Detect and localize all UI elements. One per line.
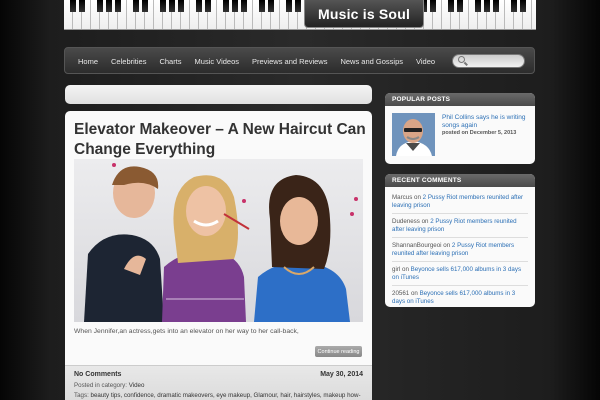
piano-black-key: [169, 0, 175, 12]
recent-comment-item: girl on Beyonce sells 617,000 albums in …: [392, 264, 528, 286]
piano-black-key: [223, 0, 229, 12]
post-meta: No Comments May 30, 2014 Posted in categ…: [65, 365, 372, 400]
post-tags-line: Tags: beauty tips, confidence, dramatic …: [74, 392, 361, 399]
piano-black-key: [448, 0, 454, 12]
recent-comment-item: Marcus on 2 Pussy Riot members reunited …: [392, 192, 528, 214]
post-excerpt: When Jennifer,an actress,gets into an el…: [74, 328, 299, 335]
piano-black-key: [232, 0, 238, 12]
piano-black-key: [286, 0, 292, 12]
popular-post-date: posted on December 5, 2013: [442, 130, 517, 136]
popular-post-thumbnail[interactable]: [392, 113, 435, 156]
piano-black-key: [520, 0, 526, 12]
breadcrumb-bar: [65, 85, 372, 104]
post-image-illustration: [74, 159, 363, 322]
comment-author: Dudeness: [392, 218, 420, 225]
piano-black-key: [205, 0, 211, 12]
piano-white-key: [532, 0, 536, 29]
continue-reading-button[interactable]: Continue reading: [315, 346, 362, 357]
comment-author: girl: [392, 266, 401, 273]
comment-author: ShannanBourgeoi: [392, 242, 442, 249]
nav-item-previews-reviews[interactable]: Previews and Reviews: [252, 57, 327, 66]
popular-posts-widget: POPULAR POSTS Phil Collins says he is wr…: [385, 93, 535, 164]
nav-item-news-gossips[interactable]: News and Gossips: [340, 57, 403, 66]
recent-comments-widget: RECENT COMMENTS Marcus on 2 Pussy Riot m…: [385, 174, 535, 307]
comment-on: on: [421, 218, 429, 225]
nav-item-music-videos[interactable]: Music Videos: [195, 57, 239, 66]
popular-post-link[interactable]: Phil Collins says he is writing songs ag…: [442, 114, 530, 130]
search-input[interactable]: [467, 55, 522, 67]
piano-black-key: [133, 0, 139, 12]
piano-black-key: [430, 0, 436, 12]
category-prefix: Posted in category:: [74, 382, 127, 389]
piano-black-key: [97, 0, 103, 12]
comment-post-link[interactable]: 2 Pussy Riot members reunited after leav…: [392, 194, 523, 209]
comments-link[interactable]: No Comments: [74, 371, 121, 378]
tags-prefix: Tags:: [74, 392, 89, 399]
post-category-line: Posted in category: Video: [74, 382, 144, 389]
piano-black-key: [160, 0, 166, 12]
piano-black-key: [196, 0, 202, 12]
piano-black-key: [178, 0, 184, 12]
comment-on: on: [443, 242, 451, 249]
recent-comment-item: 20561 on Beyonce sells 617,000 albums in…: [392, 288, 528, 307]
post-title[interactable]: Elevator Makeover – A New Haircut Can Ch…: [74, 120, 369, 160]
popular-posts-title: POPULAR POSTS: [385, 93, 535, 106]
piano-black-key: [511, 0, 517, 12]
recent-comment-item: Dudeness on 2 Pussy Riot members reunite…: [392, 216, 528, 238]
piano-black-key: [457, 0, 463, 12]
comment-on: on: [414, 194, 421, 201]
nav-item-charts[interactable]: Charts: [159, 57, 181, 66]
piano-black-key: [259, 0, 265, 12]
piano-black-key: [142, 0, 148, 12]
category-link[interactable]: Video: [129, 382, 145, 389]
piano-black-key: [79, 0, 85, 12]
comment-on: on: [402, 266, 409, 273]
nav-item-home[interactable]: Home: [78, 57, 98, 66]
site-logo[interactable]: Music is Soul: [304, 0, 424, 28]
comment-on: on: [410, 290, 418, 297]
search-icon: [458, 56, 465, 63]
tags-links[interactable]: beauty tips, confidence, dramatic makeov…: [91, 392, 361, 399]
piano-black-key: [493, 0, 499, 12]
recent-comment-item: ShannanBourgeoi on 2 Pussy Riot members …: [392, 240, 528, 262]
phil-collins-photo: [392, 113, 435, 156]
piano-black-key: [484, 0, 490, 12]
comment-post-link[interactable]: Beyonce sells 617,000 albums in 3 days o…: [392, 266, 521, 281]
piano-black-key: [70, 0, 76, 12]
comment-author: 20561: [392, 290, 410, 297]
piano-keys-banner: [64, 0, 536, 29]
nav-item-celebrities[interactable]: Celebrities: [111, 57, 146, 66]
post-date: May 30, 2014: [320, 371, 363, 378]
post-featured-image[interactable]: [74, 159, 363, 322]
piano-black-key: [295, 0, 301, 12]
nav-item-video[interactable]: Video: [416, 57, 435, 66]
site-header: Music is Soul: [64, 0, 536, 30]
search-box[interactable]: [452, 54, 525, 68]
post-card: Elevator Makeover – A New Haircut Can Ch…: [65, 111, 372, 400]
piano-black-key: [475, 0, 481, 12]
piano-black-key: [106, 0, 112, 12]
comment-author: Marcus: [392, 194, 413, 201]
piano-black-key: [115, 0, 121, 12]
piano-black-key: [241, 0, 247, 12]
piano-black-key: [268, 0, 274, 12]
recent-comments-title: RECENT COMMENTS: [385, 174, 535, 187]
